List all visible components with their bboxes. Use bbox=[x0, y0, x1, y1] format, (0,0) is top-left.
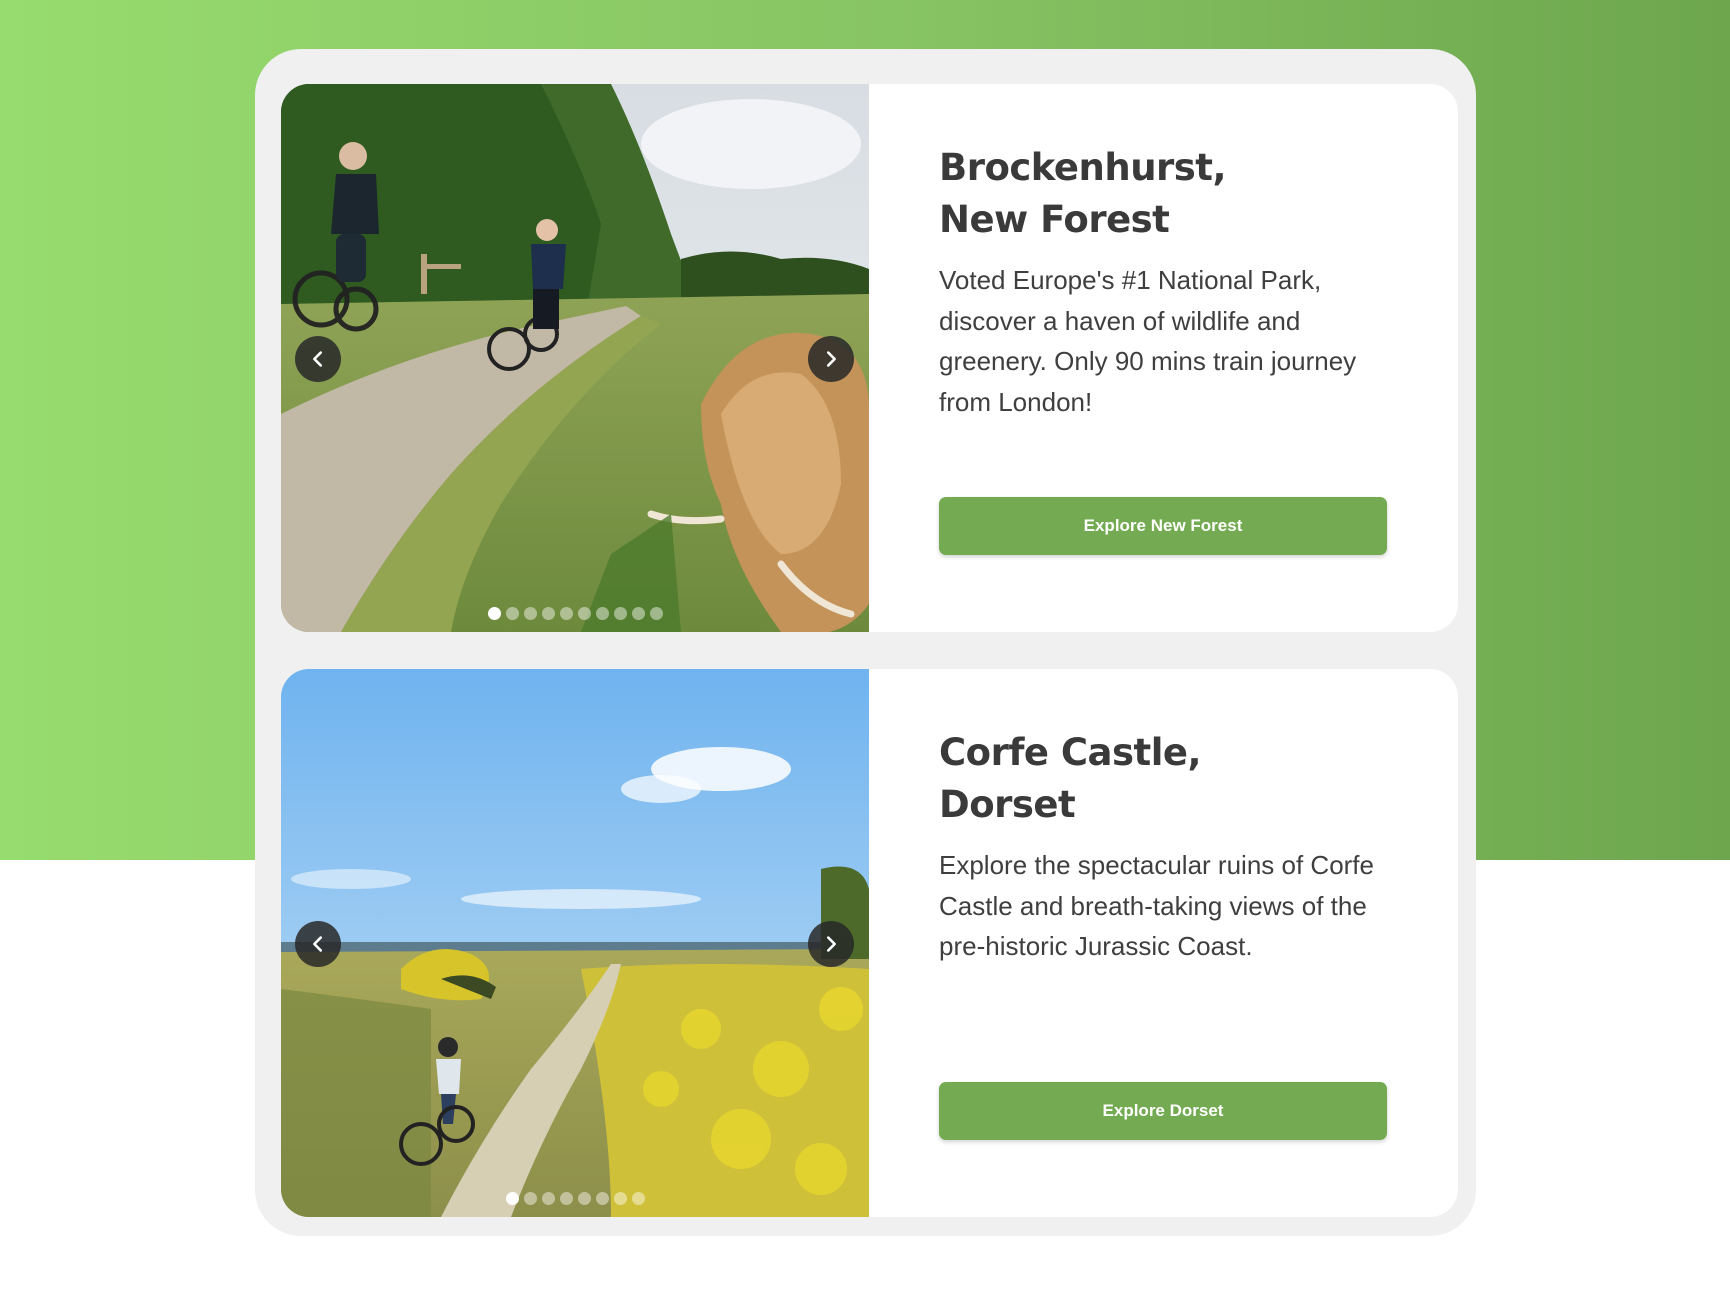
destination-title-line: Brockenhurst, bbox=[939, 146, 1227, 189]
carousel-dot[interactable] bbox=[577, 607, 591, 620]
carousel-pagination bbox=[281, 607, 869, 620]
carousel-dot[interactable] bbox=[577, 1192, 591, 1205]
carousel-dot[interactable] bbox=[523, 607, 537, 620]
destination-title: Brockenhurst, New Forest bbox=[939, 142, 1409, 246]
carousel-prev-button[interactable] bbox=[295, 921, 341, 967]
chevron-left-icon bbox=[313, 351, 323, 367]
destination-description: Explore the spectacular ruins of Corfe C… bbox=[939, 850, 1374, 961]
chevron-right-icon bbox=[826, 351, 836, 367]
carousel-dot[interactable] bbox=[523, 1192, 537, 1205]
carousel-next-button[interactable] bbox=[808, 921, 854, 967]
photo-carousel[interactable] bbox=[281, 669, 869, 1217]
carousel-dot[interactable] bbox=[613, 1192, 627, 1205]
carousel-dot[interactable] bbox=[595, 1192, 609, 1205]
chevron-left-icon bbox=[313, 936, 323, 952]
carousel-dot[interactable] bbox=[631, 1192, 645, 1205]
carousel-dot[interactable] bbox=[595, 607, 609, 620]
explore-dorset-button[interactable]: Explore Dorset bbox=[939, 1082, 1387, 1140]
chevron-right-icon bbox=[826, 936, 836, 952]
carousel-prev-button[interactable] bbox=[295, 336, 341, 382]
carousel-dot[interactable] bbox=[505, 1192, 519, 1205]
explore-new-forest-button[interactable]: Explore New Forest bbox=[939, 497, 1387, 555]
destination-card-new-forest: Brockenhurst, New Forest Voted Europe's … bbox=[281, 84, 1458, 632]
carousel-dot[interactable] bbox=[649, 607, 663, 620]
destination-title: Corfe Castle, Dorset bbox=[939, 727, 1409, 831]
destination-info: Corfe Castle, Dorset Explore the spectac… bbox=[939, 669, 1409, 1217]
photo-cyclist-on-heathland-trail bbox=[281, 669, 869, 1217]
destination-title-line: Corfe Castle, bbox=[939, 731, 1202, 774]
carousel-dot[interactable] bbox=[559, 607, 573, 620]
destination-info: Brockenhurst, New Forest Voted Europe's … bbox=[939, 84, 1409, 632]
carousel-next-button[interactable] bbox=[808, 336, 854, 382]
carousel-pagination bbox=[281, 1192, 869, 1205]
carousel-dot[interactable] bbox=[631, 607, 645, 620]
carousel-dot[interactable] bbox=[559, 1192, 573, 1205]
carousel-dot[interactable] bbox=[613, 607, 627, 620]
carousel-dot[interactable] bbox=[505, 607, 519, 620]
photo-cyclists-and-highland-cow bbox=[281, 84, 869, 632]
destination-card-dorset: Corfe Castle, Dorset Explore the spectac… bbox=[281, 669, 1458, 1217]
photo-carousel[interactable] bbox=[281, 84, 869, 632]
destination-title-line: New Forest bbox=[939, 198, 1170, 241]
carousel-dot[interactable] bbox=[541, 607, 555, 620]
destination-description: Voted Europe's #1 National Park, discove… bbox=[939, 265, 1357, 417]
destination-title-line: Dorset bbox=[939, 783, 1076, 826]
carousel-dot[interactable] bbox=[541, 1192, 555, 1205]
carousel-dot[interactable] bbox=[487, 607, 501, 620]
